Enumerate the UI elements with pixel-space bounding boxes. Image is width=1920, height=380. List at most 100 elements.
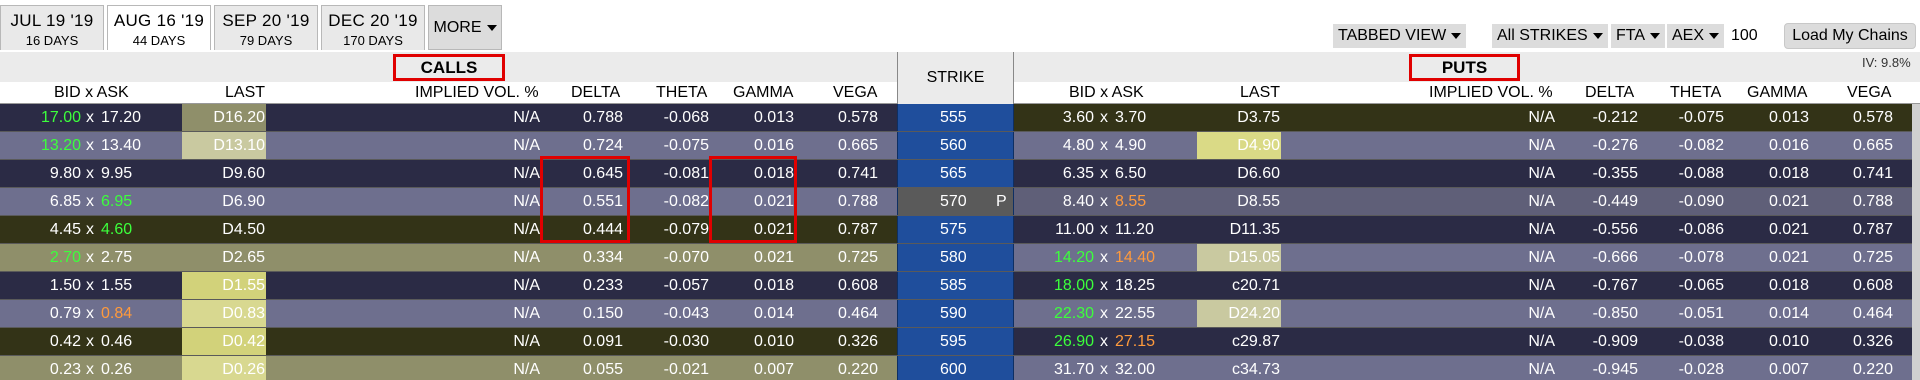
put-delta: -0.556 xyxy=(1592,221,1638,238)
tab-days: 44 DAYS xyxy=(132,33,186,48)
call-bid: 0.23 xyxy=(49,361,81,378)
tab-dec-20[interactable]: DEC 20 '19 170 DAYS xyxy=(321,5,425,50)
col-vega: VEGA xyxy=(833,84,878,101)
col-implied-vol: IMPLIED VOL. % xyxy=(1429,84,1553,101)
put-bid: 31.70 xyxy=(1053,361,1094,378)
load-my-chains-button[interactable]: Load My Chains xyxy=(1784,23,1916,49)
bid-ask-separator: x xyxy=(1100,193,1108,210)
tab-aug-16[interactable]: AUG 16 '19 44 DAYS xyxy=(107,5,211,50)
tab-sep-20[interactable]: SEP 20 '19 79 DAYS xyxy=(214,5,318,50)
call-vega: 0.787 xyxy=(837,221,878,238)
call-vega: 0.725 xyxy=(837,249,878,266)
call-last: D0.26 xyxy=(222,361,265,378)
table-row[interactable]: 1.50 x 1.55 D1.55 N/A 0.233 -0.057 0.018 0.608 58… xyxy=(0,272,1920,300)
call-delta: 0.055 xyxy=(582,361,623,378)
view-dropdown[interactable]: TABBED VIEW xyxy=(1333,24,1467,48)
put-last: D6.60 xyxy=(1237,165,1280,182)
call-gamma: 0.018 xyxy=(753,165,794,182)
call-vega: 0.741 xyxy=(837,165,878,182)
bid-ask-separator: x xyxy=(86,249,94,266)
put-implied-vol: N/A xyxy=(1528,277,1555,294)
put-delta: -0.276 xyxy=(1592,137,1638,154)
call-theta: -0.082 xyxy=(663,193,709,210)
put-gamma: 0.013 xyxy=(1768,109,1809,126)
chevron-down-icon xyxy=(1650,33,1661,39)
put-vega: 0.741 xyxy=(1852,165,1893,182)
table-row[interactable]: 17.00 x 17.20 D16.20 N/A 0.788 -0.068 0.013 0.57… xyxy=(0,104,1920,132)
put-bid: 18.00 xyxy=(1053,277,1094,294)
strikes-dropdown[interactable]: All STRIKES xyxy=(1492,24,1608,48)
put-bid: 14.20 xyxy=(1053,249,1094,266)
call-implied-vol: N/A xyxy=(513,221,540,238)
call-theta: -0.070 xyxy=(663,249,709,266)
quantity-value[interactable]: 100 xyxy=(1731,24,1758,48)
bid-ask-separator: x xyxy=(1100,249,1108,266)
call-last: D13.10 xyxy=(213,137,265,154)
put-delta: -0.449 xyxy=(1592,193,1638,210)
table-row[interactable]: 6.85 x 6.95 D6.90 N/A 0.551 -0.082 0.021 0.788 57… xyxy=(0,188,1920,216)
chevron-down-icon xyxy=(1709,33,1720,39)
put-ask: 11.20 xyxy=(1115,221,1154,238)
put-delta: -0.767 xyxy=(1592,277,1638,294)
put-last: c34.73 xyxy=(1231,361,1280,378)
exchange-dropdown[interactable]: FTA xyxy=(1611,24,1666,48)
put-last: D15.05 xyxy=(1228,249,1280,266)
put-bid: 6.35 xyxy=(1062,165,1094,182)
put-implied-vol: N/A xyxy=(1528,165,1555,182)
strike-value: 570 xyxy=(940,193,967,210)
tab-date: DEC 20 '19 xyxy=(328,11,418,30)
call-ask: 4.60 xyxy=(101,221,133,238)
call-delta: 0.444 xyxy=(582,221,623,238)
tab-days: 79 DAYS xyxy=(239,33,293,48)
expiry-tabs: JUL 19 '19 16 DAYS AUG 16 '19 44 DAYS SE… xyxy=(0,5,502,50)
table-row[interactable]: 13.20 x 13.40 D13.10 N/A 0.724 -0.075 0.016 0.66… xyxy=(0,132,1920,160)
strike-value: 590 xyxy=(940,305,967,322)
put-last: c20.71 xyxy=(1231,277,1280,294)
table-row[interactable]: 9.80 x 9.95 D9.60 N/A 0.645 -0.081 0.018 0.741 56… xyxy=(0,160,1920,188)
bid-ask-separator: x xyxy=(1100,305,1108,322)
put-ask: 22.55 xyxy=(1115,305,1156,322)
call-theta: -0.068 xyxy=(663,109,709,126)
call-theta: -0.057 xyxy=(663,277,709,294)
call-theta: -0.021 xyxy=(663,361,709,378)
call-delta: 0.091 xyxy=(582,333,623,350)
put-vega: 0.326 xyxy=(1852,333,1893,350)
more-dropdown[interactable]: MORE xyxy=(428,5,502,50)
table-row[interactable]: 0.42 x 0.46 D0.42 N/A 0.091 -0.030 0.010 0.326 59… xyxy=(0,328,1920,356)
put-ask: 4.90 xyxy=(1115,137,1147,154)
index-dropdown[interactable]: AEX xyxy=(1667,24,1725,48)
put-theta: -0.051 xyxy=(1678,305,1724,322)
table-row[interactable]: 0.79 x 0.84 D0.83 N/A 0.150 -0.043 0.014 0.464 59… xyxy=(0,300,1920,328)
put-vega: 0.665 xyxy=(1852,137,1893,154)
put-delta: -0.850 xyxy=(1592,305,1638,322)
col-last: LAST xyxy=(225,84,266,101)
table-row[interactable]: 2.70 x 2.75 D2.65 N/A 0.334 -0.070 0.021 0.725 58… xyxy=(0,244,1920,272)
col-vega: VEGA xyxy=(1847,84,1892,101)
strike-value: 565 xyxy=(940,165,967,182)
put-vega: 0.220 xyxy=(1852,361,1893,378)
put-implied-vol: N/A xyxy=(1528,361,1555,378)
call-gamma: 0.021 xyxy=(753,193,794,210)
call-ask: 0.84 xyxy=(101,305,133,322)
col-bid-ask: BID x ASK xyxy=(1069,84,1144,101)
scrollbar[interactable] xyxy=(1912,104,1920,380)
bid-ask-separator: x xyxy=(86,277,94,294)
call-last: D2.65 xyxy=(222,249,265,266)
put-vega: 0.725 xyxy=(1852,249,1893,266)
col-implied-vol: IMPLIED VOL. % xyxy=(415,84,539,101)
call-gamma: 0.013 xyxy=(753,109,794,126)
col-gamma: GAMMA xyxy=(1747,84,1808,101)
table-row[interactable]: 0.23 x 0.26 D0.26 N/A 0.055 -0.021 0.007 0.220 60… xyxy=(0,356,1920,380)
tab-jul-19[interactable]: JUL 19 '19 16 DAYS xyxy=(0,5,104,50)
table-row[interactable]: 4.45 x 4.60 D4.50 N/A 0.444 -0.079 0.021 0.787 57… xyxy=(0,216,1920,244)
call-vega: 0.220 xyxy=(837,361,878,378)
put-theta: -0.075 xyxy=(1678,109,1724,126)
strike-value: 560 xyxy=(940,137,967,154)
exchange-label: FTA xyxy=(1616,27,1646,44)
col-last: LAST xyxy=(1240,84,1281,101)
put-implied-vol: N/A xyxy=(1528,249,1555,266)
call-implied-vol: N/A xyxy=(513,249,540,266)
put-last: D4.90 xyxy=(1237,137,1280,154)
call-bid: 17.00 xyxy=(40,109,81,126)
bid-ask-separator: x xyxy=(1100,333,1108,350)
